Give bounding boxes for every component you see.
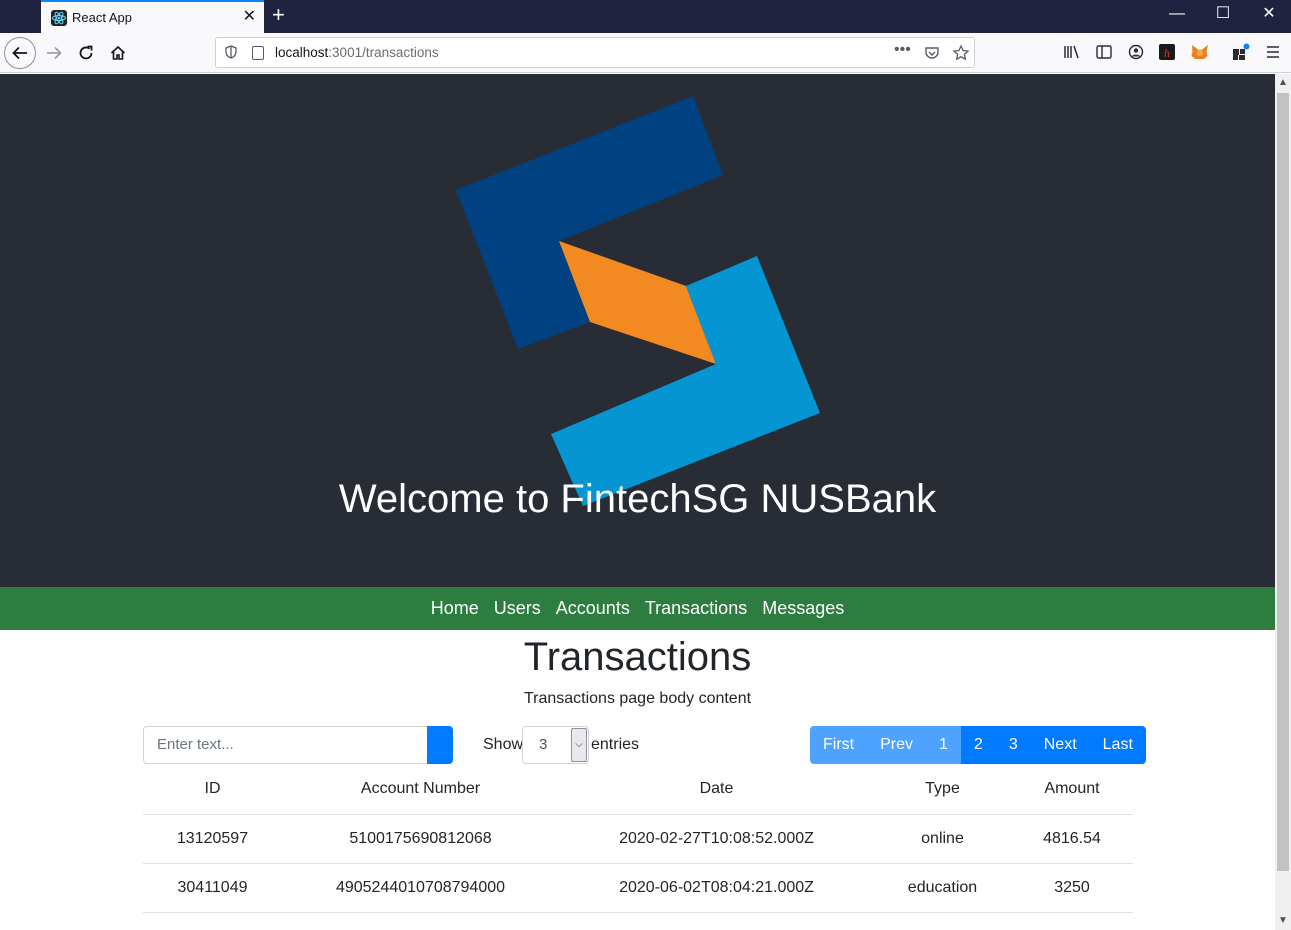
sidebar-icon[interactable] xyxy=(1093,41,1115,63)
pagination-page-1[interactable]: 1 xyxy=(926,726,961,764)
forward-button[interactable] xyxy=(38,37,70,69)
show-label: Show xyxy=(483,736,524,753)
search-button[interactable] xyxy=(427,726,453,764)
cell-account-number: 4905244010708794000 xyxy=(282,863,559,913)
address-bar[interactable]: localhost:3001/transactions ••• xyxy=(215,37,975,68)
menu-item-home[interactable]: Home xyxy=(431,587,479,630)
column-header-id[interactable]: ID xyxy=(143,765,282,815)
cell-date: 2020-06-02T08:04:21.000Z xyxy=(559,863,874,913)
menu-item-users[interactable]: Users xyxy=(494,587,541,630)
scroll-down-icon[interactable]: ▼ xyxy=(1277,914,1289,928)
library-icon[interactable] xyxy=(1061,41,1083,63)
entries-value: 3 xyxy=(539,736,548,753)
cell-amount: 4816.54 xyxy=(1011,814,1133,864)
maximize-icon[interactable]: ☐ xyxy=(1208,4,1238,24)
window-close-icon[interactable]: ✕ xyxy=(1254,4,1284,24)
back-button[interactable] xyxy=(4,37,36,69)
page-info-icon[interactable] xyxy=(252,46,264,60)
browser-tab-active[interactable]: React App ✕ xyxy=(41,0,264,33)
hero-title: Welcome to FintechSG NUSBank xyxy=(338,477,937,521)
close-tab-icon[interactable]: ✕ xyxy=(243,8,256,26)
pagination-next[interactable]: Next xyxy=(1030,726,1090,764)
svg-text:h: h xyxy=(1164,46,1170,60)
table-row: 13120597 5100175690812068 2020-02-27T10:… xyxy=(143,814,1133,864)
metamask-fox-icon[interactable] xyxy=(1189,41,1211,63)
scroll-up-icon[interactable]: ▲ xyxy=(1277,76,1289,90)
tracking-shield-icon[interactable] xyxy=(224,45,238,59)
hero-header: Welcome to FintechSG NUSBank xyxy=(0,74,1275,587)
react-icon xyxy=(51,10,67,26)
hamburger-menu-icon[interactable] xyxy=(1262,41,1284,63)
minimize-icon[interactable]: — xyxy=(1162,4,1192,24)
cell-id: 30411049 xyxy=(143,863,282,913)
page-actions-icon[interactable]: ••• xyxy=(894,41,911,59)
home-icon xyxy=(110,45,126,60)
back-arrow-icon xyxy=(12,46,27,60)
chevron-down-icon[interactable]: ⌵ xyxy=(571,728,587,762)
transactions-table: ID Account Number Date Type Amount 13120… xyxy=(143,765,1133,913)
pagination: First Prev 1 2 3 Next Last xyxy=(810,726,1146,764)
pagination-prev[interactable]: Prev xyxy=(867,726,927,764)
cell-type: online xyxy=(874,814,1011,864)
entries-select[interactable]: 3 ⌵ xyxy=(522,726,589,764)
extensions-icon[interactable] xyxy=(1230,41,1252,63)
account-icon[interactable] xyxy=(1125,41,1147,63)
home-button[interactable] xyxy=(102,37,134,69)
cell-account-number: 5100175690812068 xyxy=(282,814,559,864)
forward-arrow-icon xyxy=(47,46,62,60)
reload-button[interactable] xyxy=(70,37,102,69)
browser-navbar: localhost:3001/transactions ••• h xyxy=(0,33,1291,73)
cell-id: 13120597 xyxy=(143,814,282,864)
page-subtitle: Transactions page body content xyxy=(523,690,752,707)
column-header-amount[interactable]: Amount xyxy=(1011,765,1133,815)
scrollbar-thumb[interactable] xyxy=(1277,93,1289,871)
pagination-page-3[interactable]: 3 xyxy=(995,726,1031,764)
pocket-icon[interactable] xyxy=(924,45,940,61)
column-header-type[interactable]: Type xyxy=(874,765,1011,815)
menu-item-transactions[interactable]: Transactions xyxy=(645,587,747,630)
tab-title: React App xyxy=(72,10,132,25)
extension-h-icon[interactable]: h xyxy=(1156,41,1178,63)
pagination-last[interactable]: Last xyxy=(1089,726,1146,764)
table-header-row: ID Account Number Date Type Amount xyxy=(143,765,1133,815)
browser-titlebar: React App ✕ + — ☐ ✕ xyxy=(0,0,1291,33)
new-tab-button[interactable]: + xyxy=(272,2,285,28)
page-viewport: Welcome to FintechSG NUSBank Home Users … xyxy=(0,74,1275,930)
pagination-page-2[interactable]: 2 xyxy=(960,726,996,764)
url-text[interactable]: localhost:3001/transactions xyxy=(275,45,439,60)
menu-item-accounts[interactable]: Accounts xyxy=(556,587,630,630)
page-title: Transactions xyxy=(523,635,752,679)
reload-icon xyxy=(79,45,93,60)
bookmark-star-icon[interactable] xyxy=(952,44,970,62)
cell-amount: 3250 xyxy=(1011,863,1133,913)
menu-item-messages[interactable]: Messages xyxy=(762,587,844,630)
search-input[interactable]: Enter text... xyxy=(143,726,428,764)
main-menu: Home Users Accounts Transactions Message… xyxy=(0,587,1275,630)
column-header-date[interactable]: Date xyxy=(559,765,874,815)
column-header-account-number[interactable]: Account Number xyxy=(282,765,559,815)
page-scrollbar[interactable]: ▲ ▼ xyxy=(1275,74,1291,930)
cell-type: education xyxy=(874,863,1011,913)
pagination-first[interactable]: First xyxy=(810,726,868,764)
table-row: 30411049 4905244010708794000 2020-06-02T… xyxy=(143,863,1133,913)
entries-label: entries xyxy=(591,736,640,753)
cell-date: 2020-02-27T10:08:52.000Z xyxy=(559,814,874,864)
